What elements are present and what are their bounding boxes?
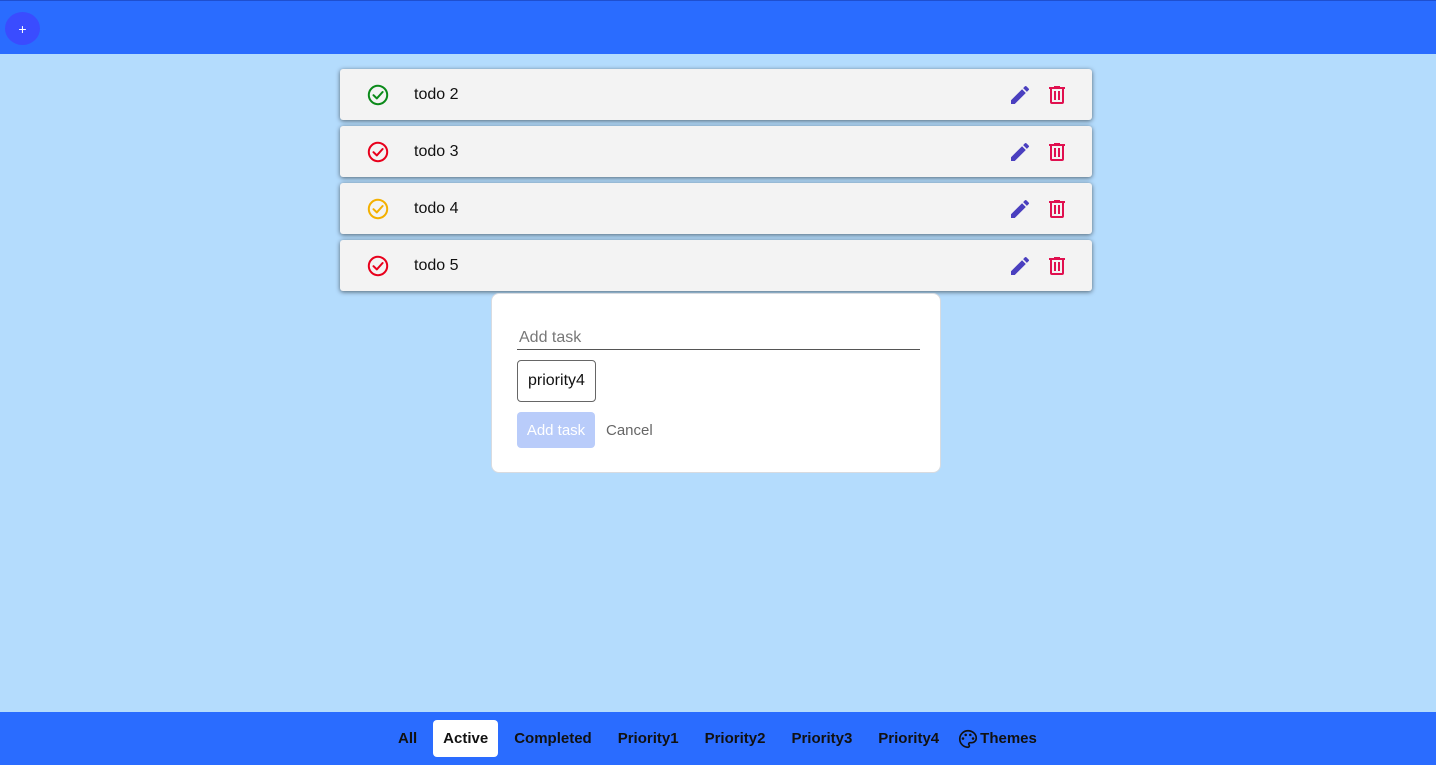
- add-task-button[interactable]: Add task: [517, 412, 595, 448]
- check-circle-icon[interactable]: [366, 83, 390, 107]
- filter-bar: All Active Completed Priority1 Priority2…: [388, 720, 1053, 757]
- themes-label: Themes: [980, 730, 1037, 747]
- todo-item: todo 2: [340, 69, 1092, 120]
- trash-icon[interactable]: [1045, 254, 1069, 278]
- filter-completed[interactable]: Completed: [504, 720, 602, 757]
- bottom-bar: All Active Completed Priority1 Priority2…: [0, 712, 1436, 765]
- cancel-button[interactable]: Cancel: [606, 412, 653, 448]
- trash-icon[interactable]: [1045, 83, 1069, 107]
- filter-all[interactable]: All: [388, 720, 427, 757]
- top-bar: +: [0, 0, 1436, 54]
- todo-text: todo 3: [414, 143, 459, 160]
- todo-item: todo 4: [340, 183, 1092, 234]
- filter-priority4[interactable]: Priority4: [868, 720, 949, 757]
- add-todo-button[interactable]: +: [5, 12, 40, 45]
- todo-list: todo 2 todo 3 todo 4 todo 5: [340, 69, 1092, 297]
- todo-text: todo 2: [414, 86, 459, 103]
- priority-select[interactable]: priority4: [517, 360, 596, 402]
- trash-icon[interactable]: [1045, 197, 1069, 221]
- trash-icon[interactable]: [1045, 140, 1069, 164]
- add-task-form: priority4 Add task Cancel: [491, 293, 941, 473]
- todo-item: todo 5: [340, 240, 1092, 291]
- palette-icon: [959, 729, 978, 748]
- check-circle-icon[interactable]: [366, 197, 390, 221]
- pencil-icon[interactable]: [1008, 140, 1032, 164]
- filter-priority1[interactable]: Priority1: [608, 720, 689, 757]
- todo-text: todo 5: [414, 257, 459, 274]
- themes-button[interactable]: Themes: [955, 720, 1047, 757]
- todo-text: todo 4: [414, 200, 459, 217]
- filter-priority3[interactable]: Priority3: [781, 720, 862, 757]
- pencil-icon[interactable]: [1008, 197, 1032, 221]
- add-task-input[interactable]: [517, 327, 920, 350]
- todo-item: todo 3: [340, 126, 1092, 177]
- filter-priority2[interactable]: Priority2: [695, 720, 776, 757]
- filter-active[interactable]: Active: [433, 720, 499, 757]
- check-circle-icon[interactable]: [366, 254, 390, 278]
- check-circle-icon[interactable]: [366, 140, 390, 164]
- pencil-icon[interactable]: [1008, 254, 1032, 278]
- pencil-icon[interactable]: [1008, 83, 1032, 107]
